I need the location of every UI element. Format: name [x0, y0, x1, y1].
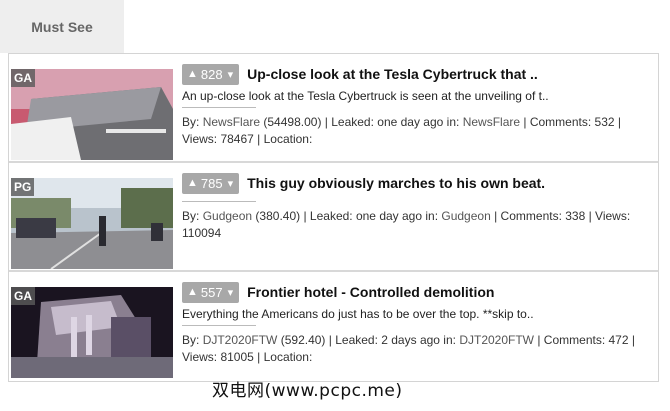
- by-label: By:: [182, 209, 200, 223]
- up-arrow-icon: ▲: [187, 68, 198, 80]
- video-meta: By: DJT2020FTW (592.40) | Leaked: 2 days…: [182, 332, 652, 366]
- views-text: 110094: [182, 226, 222, 240]
- list-item: GA ▲ 557 ▾ Frontier hotel - Controlled d…: [9, 272, 658, 382]
- author-score: (380.40): [255, 209, 301, 223]
- author-score: (54498.00): [263, 115, 322, 129]
- comments-text: | Comments: 472 |: [537, 333, 635, 347]
- video-description: An up-close look at the Tesla Cybertruck…: [182, 89, 549, 103]
- vote-count: 557: [200, 284, 223, 300]
- divider: [182, 201, 256, 202]
- video-title[interactable]: Frontier hotel - Controlled demolition: [247, 284, 494, 300]
- up-arrow-icon: ▲: [187, 177, 198, 189]
- views-text: Views: 81005 | Location:: [182, 350, 313, 364]
- rating-badge: GA: [11, 69, 35, 87]
- vote-button[interactable]: ▲ 785 ▾: [182, 172, 240, 194]
- author-link[interactable]: Gudgeon: [203, 209, 252, 223]
- tab-must-see[interactable]: Must See: [0, 0, 124, 53]
- leaked-text: | Leaked: one day ago in:: [303, 209, 439, 223]
- video-description: Everything the Americans do just has to …: [182, 307, 534, 321]
- source-link[interactable]: Gudgeon: [441, 209, 490, 223]
- author-link[interactable]: NewsFlare: [203, 115, 260, 129]
- list-item: GA ▲ 828 ▾ Up-close look at the Tesla Cy…: [9, 54, 658, 163]
- street-parade-image: [11, 178, 173, 269]
- chevron-down-icon: ▾: [227, 68, 234, 81]
- by-label: By:: [182, 333, 200, 347]
- vote-count: 828: [200, 66, 223, 82]
- divider: [182, 325, 256, 326]
- comments-text: | Comments: 532 |: [523, 115, 621, 129]
- video-meta: By: Gudgeon (380.40) | Leaked: one day a…: [182, 208, 652, 242]
- rating-badge: PG: [11, 178, 35, 196]
- author-link[interactable]: DJT2020FTW: [203, 333, 278, 347]
- video-thumbnail[interactable]: GA: [11, 69, 173, 160]
- source-link[interactable]: DJT2020FTW: [459, 333, 534, 347]
- comments-text: | Comments: 338 | Views:: [494, 209, 631, 223]
- leaked-text: | Leaked: 2 days ago in:: [328, 333, 456, 347]
- video-thumbnail[interactable]: PG: [11, 178, 173, 269]
- video-thumbnail[interactable]: GA: [11, 287, 173, 378]
- vote-button[interactable]: ▲ 828 ▾: [182, 63, 240, 85]
- cybertruck-image: [11, 69, 173, 160]
- video-meta: By: NewsFlare (54498.00) | Leaked: one d…: [182, 114, 652, 148]
- leaked-text: | Leaked: one day ago in:: [324, 115, 460, 129]
- up-arrow-icon: ▲: [187, 286, 198, 298]
- author-score: (592.40): [280, 333, 326, 347]
- source-link[interactable]: NewsFlare: [463, 115, 520, 129]
- chevron-down-icon: ▾: [227, 286, 234, 299]
- vote-count: 785: [200, 175, 223, 191]
- chevron-down-icon: ▾: [227, 177, 234, 190]
- video-title[interactable]: Up-close look at the Tesla Cybertruck th…: [247, 66, 538, 82]
- list-item: PG ▲ 785 ▾ This guy obviously marches to…: [9, 163, 658, 272]
- vote-button[interactable]: ▲ 557 ▾: [182, 281, 240, 303]
- video-list: GA ▲ 828 ▾ Up-close look at the Tesla Cy…: [8, 53, 659, 382]
- rating-badge: GA: [11, 287, 35, 305]
- divider: [182, 107, 256, 108]
- views-text: Views: 78467 | Location:: [182, 132, 313, 146]
- watermark: 双电网(www.pcpc.me): [212, 381, 403, 401]
- video-title[interactable]: This guy obviously marches to his own be…: [247, 175, 545, 191]
- hotel-demolition-image: [11, 287, 173, 378]
- by-label: By:: [182, 115, 200, 129]
